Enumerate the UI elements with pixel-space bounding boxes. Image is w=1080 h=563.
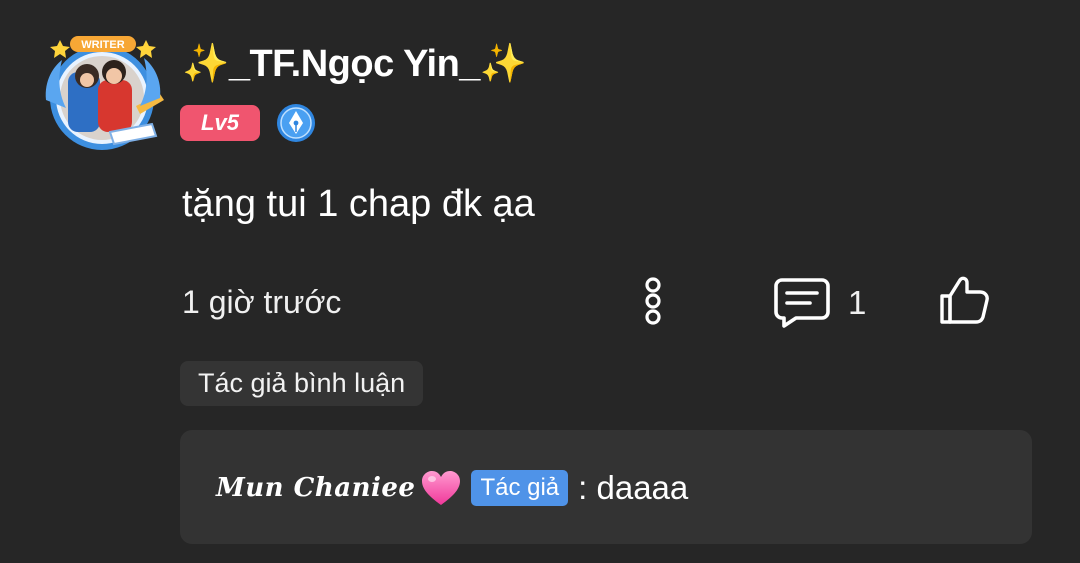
author-role-chip: Tác giả (471, 470, 569, 506)
username[interactable]: ✨_TF.Ngọc Yin_✨ (182, 42, 527, 86)
like-button[interactable] (936, 272, 992, 328)
writer-avatar-frame-icon: WRITER (45, 36, 164, 150)
user-badges: Lv5 (180, 104, 316, 142)
more-options-button[interactable] (636, 276, 670, 326)
reply-text: : daaaa (578, 469, 689, 506)
reply-count: 1 (848, 284, 867, 321)
thumbs-up-icon (940, 276, 989, 324)
reply-comment-icon (774, 278, 830, 328)
reply-author-name[interactable]: Mun Chaniee (216, 473, 415, 503)
writer-pen-badge-icon (277, 104, 315, 142)
level-badge: Lv5 (180, 105, 260, 141)
reply-line: Mun Chaniee Tác giả : daaaa (216, 466, 688, 510)
pink-heart-icon (422, 471, 461, 505)
avatar[interactable]: WRITER (40, 36, 166, 154)
comment-timestamp: 1 giờ trước (182, 284, 342, 320)
reply-preview[interactable]: Mun Chaniee Tác giả : daaaa (180, 430, 1032, 544)
more-vertical-icon (645, 277, 661, 325)
author-commented-tag: Tác giả bình luận (180, 361, 424, 406)
comment-text: tặng tui 1 chap đk ạa (182, 183, 535, 225)
reply-button[interactable] (772, 276, 832, 328)
comment-card: WRITER ✨_TF.Ngọc Yin_✨ Lv5 tặng tui 1 ch… (0, 0, 1080, 563)
avatar-frame-label: WRITER (81, 39, 124, 51)
